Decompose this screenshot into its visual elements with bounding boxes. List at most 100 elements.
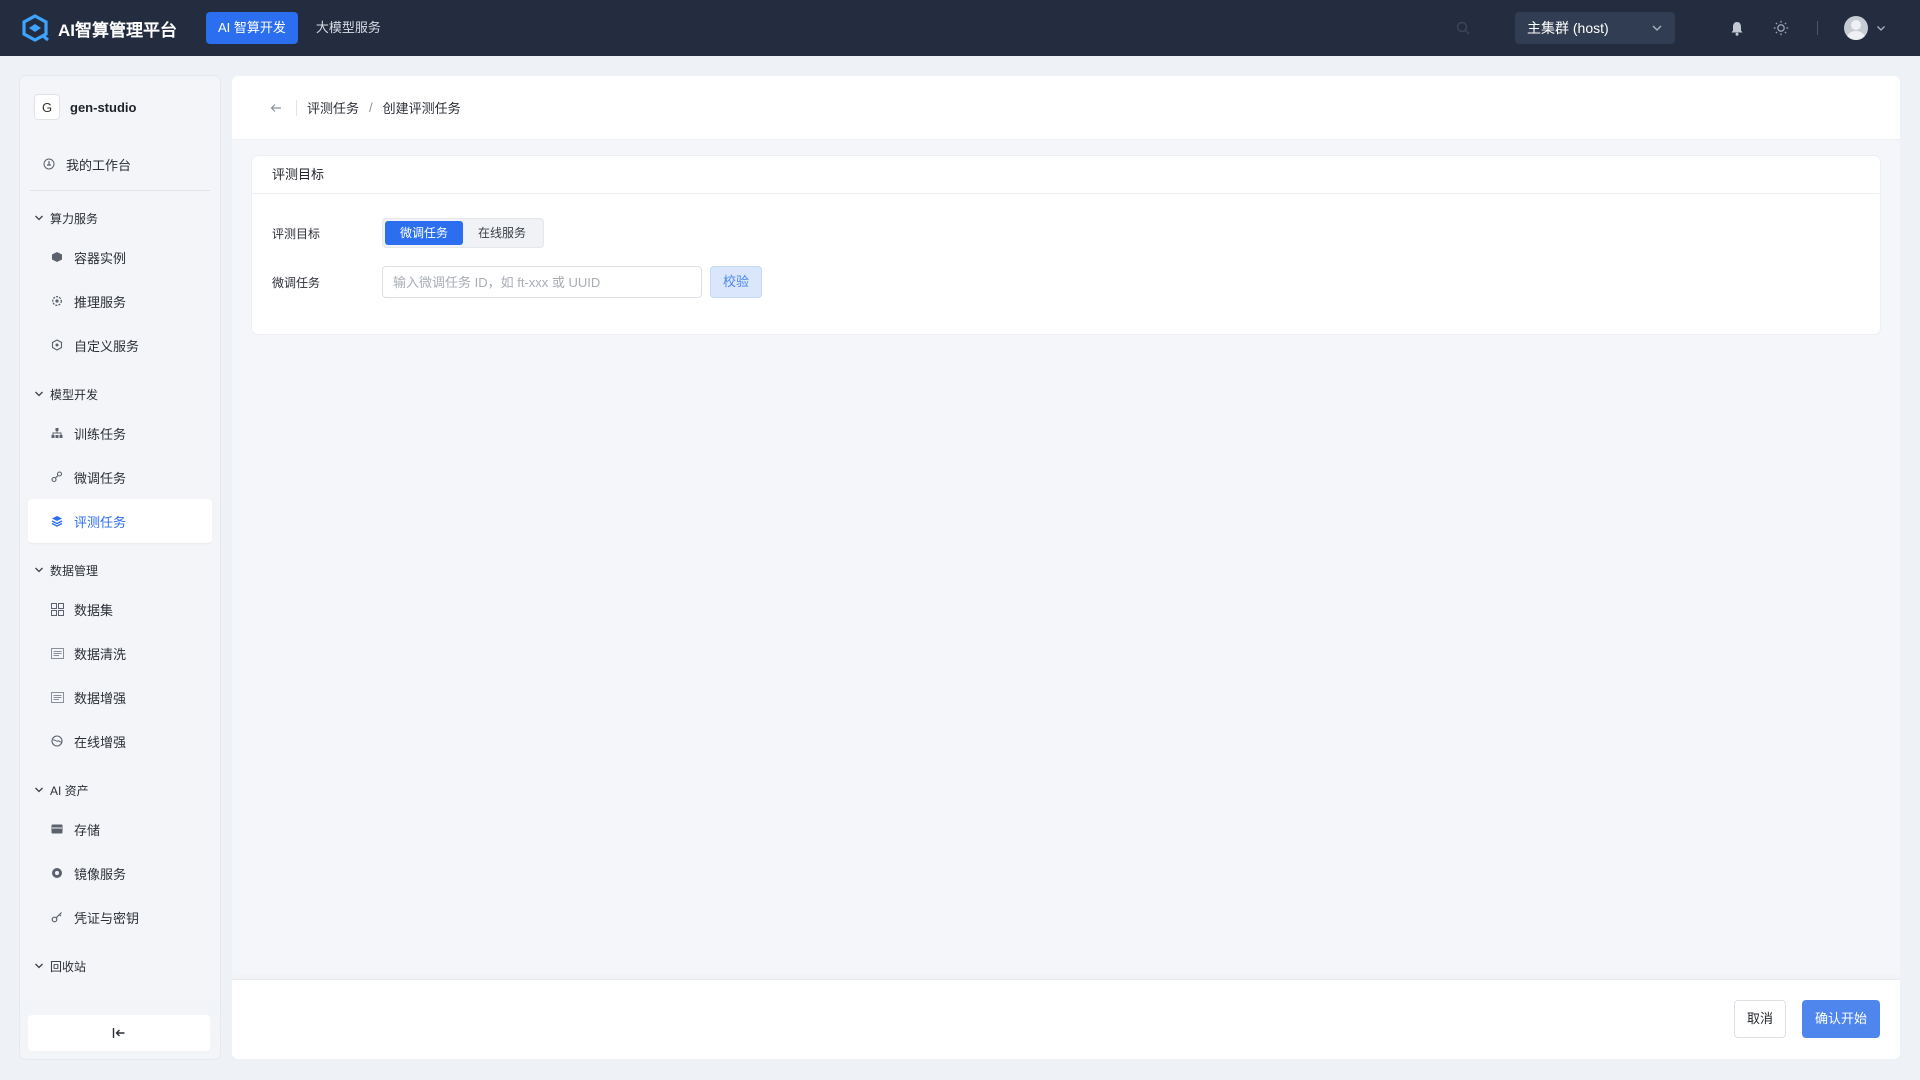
- sidebar-item-label: 评测任务: [74, 514, 127, 530]
- sidebar-item-label: 凭证与密钥: [74, 910, 140, 926]
- cube-icon: [50, 250, 64, 264]
- sidebar-group-recycle-bin[interactable]: 回收站: [20, 949, 220, 983]
- breadcrumb-current: 创建评测任务: [382, 101, 461, 116]
- tab-ai-dev[interactable]: AI 智算开发: [206, 12, 298, 44]
- card-title: 评测目标: [252, 156, 1880, 194]
- sidebar-item-label: 数据增强: [74, 690, 127, 706]
- finetune-task-id-input[interactable]: [382, 266, 702, 298]
- back-button[interactable]: [264, 96, 288, 120]
- sidebar-item-label: 存储: [74, 822, 101, 838]
- sidebar-item-label: 推理服务: [74, 294, 127, 310]
- cancel-button[interactable]: 取消: [1733, 1000, 1786, 1038]
- sidebar-item-custom-service[interactable]: 自定义服务: [28, 323, 212, 367]
- chevron-down-icon: [34, 389, 44, 399]
- chevron-down-icon: [34, 213, 44, 223]
- verify-button[interactable]: 校验: [710, 266, 763, 298]
- sidebar-item-credentials[interactable]: 凭证与密钥: [28, 895, 212, 939]
- confirm-start-button[interactable]: 确认开始: [1801, 1000, 1880, 1038]
- header-divider: [296, 99, 297, 116]
- sidebar-item-label: 数据集: [74, 602, 114, 618]
- project-name: gen-studio: [70, 99, 137, 115]
- sidebar-item-training[interactable]: 训练任务: [28, 411, 212, 455]
- chevron-down-icon: [34, 565, 44, 575]
- storage-icon: [50, 822, 64, 836]
- cluster-select[interactable]: 主集群 (host): [1515, 12, 1675, 44]
- sidebar-item-label: 镜像服务: [74, 866, 127, 882]
- target-row: 评测目标 微调任务 在线服务: [272, 218, 545, 248]
- brand-logo-icon: [22, 14, 50, 42]
- bell-icon[interactable]: [1715, 0, 1759, 56]
- sidebar: G gen-studio 我的工作台 算力服务 容器实例 推理服务 自定义服务 …: [20, 76, 220, 1059]
- sidebar-collapse-button[interactable]: [28, 1015, 210, 1051]
- tab-llm-service[interactable]: 大模型服务: [304, 12, 393, 44]
- sidebar-group-data[interactable]: 数据管理: [20, 553, 220, 587]
- sidebar-item-finetune[interactable]: 微调任务: [28, 455, 212, 499]
- key-icon: [50, 910, 64, 924]
- sidebar-item-container[interactable]: 容器实例: [28, 235, 212, 279]
- brand[interactable]: AI智算管理平台: [20, 13, 206, 43]
- sun-icon[interactable]: [1759, 0, 1803, 56]
- breadcrumb-separator: /: [369, 100, 373, 115]
- footer-actions: 取消 确认开始: [232, 979, 1900, 1059]
- target-segmented-control: 微调任务 在线服务: [382, 218, 545, 248]
- chevron-down-icon: [1877, 26, 1885, 31]
- eval-target-card: 评测目标 评测目标 微调任务 在线服务 微调任务 校验: [252, 156, 1880, 334]
- sidebar-item-data-clean[interactable]: 数据清洗: [28, 631, 212, 675]
- sidebar-group-model-dev[interactable]: 模型开发: [20, 377, 220, 411]
- chevron-down-icon: [34, 785, 44, 795]
- sidebar-group-label: 算力服务: [50, 211, 99, 226]
- sidebar-item-label: 在线增强: [74, 734, 127, 750]
- chevron-down-icon: [34, 961, 44, 971]
- gear-icon: [50, 294, 64, 308]
- sidebar-item-label: 数据清洗: [74, 646, 127, 662]
- project-switcher[interactable]: G gen-studio: [20, 76, 220, 134]
- project-badge: G: [34, 94, 60, 120]
- segment-online-service[interactable]: 在线服务: [463, 221, 541, 245]
- sidebar-item-label: 训练任务: [74, 426, 127, 442]
- link-nodes-icon: [50, 470, 64, 484]
- sidebar-item-image-service[interactable]: 镜像服务: [28, 851, 212, 895]
- sidebar-divider: [30, 190, 210, 191]
- target-label: 评测目标: [272, 226, 321, 241]
- sidebar-item-evaluation[interactable]: 评测任务: [28, 499, 212, 543]
- globe-icon: [50, 734, 64, 748]
- sidebar-item-inference[interactable]: 推理服务: [28, 279, 212, 323]
- sidebar-item-workbench[interactable]: 我的工作台: [28, 144, 212, 184]
- hierarchy-icon: [50, 426, 64, 440]
- sidebar-item-online-augment[interactable]: 在线增强: [28, 719, 212, 763]
- collapse-left-icon: [112, 1028, 125, 1038]
- sidebar-item-storage[interactable]: 存储: [28, 807, 212, 851]
- sidebar-item-label: 微调任务: [74, 470, 127, 486]
- task-label: 微调任务: [272, 275, 321, 290]
- cluster-select-label: 主集群 (host): [1527, 20, 1609, 36]
- chevron-down-icon: [1652, 25, 1662, 31]
- layers-icon: [50, 514, 64, 528]
- main-content: 评测任务 / 创建评测任务 评测目标 评测目标 微调任务 在线服务 微调任务 校…: [232, 76, 1900, 1059]
- sidebar-item-label: 容器实例: [74, 250, 127, 266]
- task-row: 微调任务 校验: [272, 266, 763, 298]
- sidebar-group-label: 数据管理: [50, 563, 99, 578]
- dashboard-icon: [42, 157, 56, 171]
- search-icon[interactable]: [1441, 0, 1485, 56]
- sidebar-group-compute[interactable]: 算力服务: [20, 201, 220, 235]
- app-title: AI智算管理平台: [58, 20, 177, 40]
- sidebar-group-label: 模型开发: [50, 387, 99, 402]
- page-header: 评测任务 / 创建评测任务: [232, 76, 1900, 140]
- breadcrumb-parent[interactable]: 评测任务: [307, 98, 359, 117]
- sidebar-item-label: 自定义服务: [74, 338, 140, 354]
- sidebar-item-data-augment[interactable]: 数据增强: [28, 675, 212, 719]
- sidebar-group-ai-assets[interactable]: AI 资产: [20, 773, 220, 807]
- topbar-divider: [1817, 21, 1818, 35]
- avatar: [1844, 16, 1868, 40]
- breadcrumb: 评测任务 / 创建评测任务: [307, 98, 461, 117]
- sidebar-item-dataset[interactable]: 数据集: [28, 587, 212, 631]
- segment-finetune-task[interactable]: 微调任务: [385, 221, 464, 245]
- user-menu[interactable]: [1844, 16, 1886, 40]
- sidebar-group-label: AI 资产: [50, 783, 89, 798]
- top-navbar: AI智算管理平台 AI 智算开发 大模型服务 主集群 (host): [0, 0, 1920, 56]
- table-icon: [50, 646, 64, 660]
- hexagon-icon: [50, 338, 64, 352]
- grid-icon: [50, 602, 64, 616]
- table-icon: [50, 690, 64, 704]
- arrow-left-icon: [270, 103, 281, 112]
